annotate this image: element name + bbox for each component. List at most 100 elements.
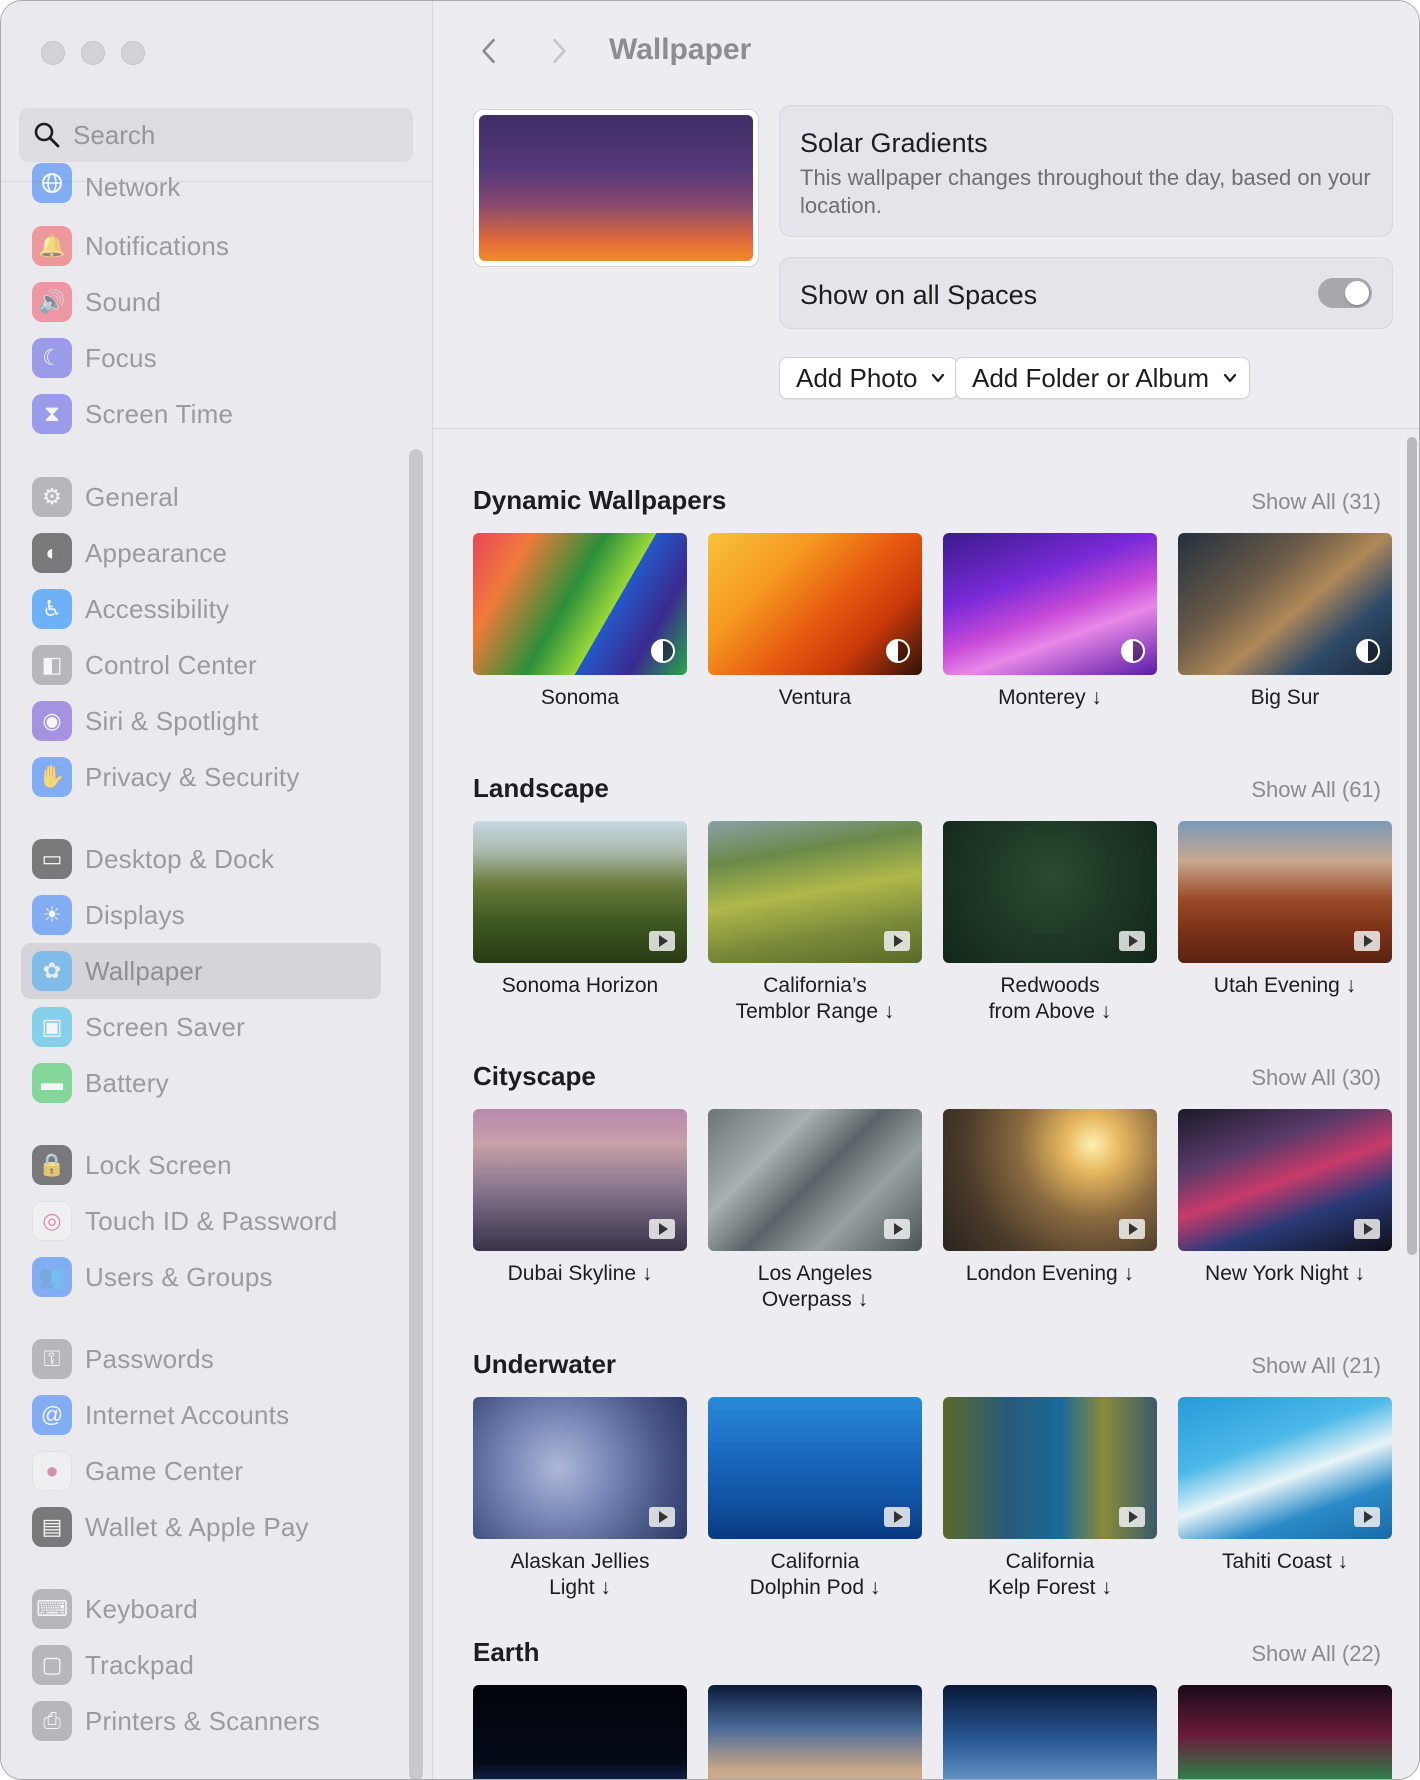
sidebar-item-siri-and-spotlight[interactable]: ◉ Siri & Spotlight	[21, 693, 381, 749]
main-scrollbar[interactable]	[1407, 437, 1417, 1255]
sidebar-item-desktop-and-dock[interactable]: ▭ Desktop & Dock	[21, 831, 381, 887]
forward-button[interactable]	[539, 31, 579, 71]
sidebar-item-sound[interactable]: 🔊 Sound	[21, 274, 381, 330]
wallpaper-tile[interactable]: Dubai Skyline ↓	[473, 1109, 687, 1287]
wallpaper-tile[interactable]: Tahiti Coast ↓	[1178, 1397, 1392, 1575]
wallpaper-thumbnail	[473, 1685, 687, 1779]
wallpaper-thumbnail	[473, 1109, 687, 1251]
toggle-knob	[1345, 281, 1369, 305]
wallpaper-tile[interactable]: California’s Temblor Range ↓	[708, 821, 922, 1025]
settings-window: Network 🔔 Notifications 🔊 Sound ☾ Focus ⧗ Scree…	[0, 0, 1420, 1780]
show-on-all-spaces-toggle[interactable]	[1318, 278, 1372, 308]
show-all-landscape-button[interactable]: Show All (61)	[1251, 777, 1381, 803]
wallpaper-tile[interactable]: Los Angeles Overpass ↓	[708, 1109, 922, 1313]
wallpaper-name: Redwoods from Above ↓	[988, 974, 1112, 1023]
sidebar-item-wallpaper[interactable]: ✿ Wallpaper	[21, 943, 381, 999]
sidebar-item-lock-screen[interactable]: 🔒 Lock Screen	[21, 1137, 381, 1193]
wallpaper-thumbnail	[473, 533, 687, 675]
video-play-icon	[884, 1219, 910, 1239]
speaker-icon: 🔊	[32, 282, 72, 322]
show-all-underwater-button[interactable]: Show All (21)	[1251, 1353, 1381, 1379]
wallpaper-tile[interactable]: Ventura	[708, 533, 922, 711]
wallpaper-tile[interactable]: London Evening ↓	[943, 1109, 1157, 1287]
search-input[interactable]	[73, 119, 373, 151]
sidebar-item-users-and-groups[interactable]: 👥 Users & Groups	[21, 1249, 381, 1305]
add-folder-button[interactable]: Add Folder or Album	[955, 357, 1251, 399]
sun-icon: ☀	[32, 895, 72, 935]
video-play-icon	[1354, 1507, 1380, 1527]
sidebar-item-passwords[interactable]: ⚿ Passwords	[21, 1331, 381, 1387]
show-all-earth-button[interactable]: Show All (22)	[1251, 1641, 1381, 1667]
sidebar-item-touch-id-and-password[interactable]: ◎ Touch ID & Password	[21, 1193, 381, 1249]
sidebar-item-label: Printers & Scanners	[85, 1705, 321, 1736]
sidebar-item-label: Sound	[85, 286, 162, 317]
sidebar-item-appearance[interactable]: ◐ Appearance	[21, 525, 381, 581]
wallpaper-thumbnail	[1178, 533, 1392, 675]
video-play-icon	[884, 1507, 910, 1527]
sidebar-item-label: Keyboard	[85, 1593, 198, 1624]
wallpaper-tile[interactable]: California Dolphin Pod ↓	[708, 1397, 922, 1601]
current-wallpaper-preview[interactable]	[473, 109, 759, 267]
wallpaper-thumbnail	[708, 1397, 922, 1539]
show-all-cityscape-button[interactable]: Show All (30)	[1251, 1065, 1381, 1091]
sidebar-scrollbar[interactable]	[409, 449, 423, 1779]
wallpaper-tile[interactable]: New York Night ↓	[1178, 1109, 1392, 1287]
sidebar-item-displays[interactable]: ☀ Displays	[21, 887, 381, 943]
wallpaper-tile[interactable]: Big Sur	[1178, 533, 1392, 711]
sidebar-item-battery[interactable]: ▬ Battery	[21, 1055, 381, 1111]
wallpaper-tile[interactable]: Utah Evening ↓	[1178, 821, 1392, 999]
wallpaper-tile[interactable]: Redwoods from Above ↓	[943, 821, 1157, 1025]
search-icon	[34, 122, 60, 148]
wallpaper-tile[interactable]: Sonoma	[473, 533, 687, 711]
sidebar-item-game-center[interactable]: ● Game Center	[21, 1443, 381, 1499]
minimize-button[interactable]	[81, 41, 105, 65]
sidebar-item-privacy-and-security[interactable]: ✋ Privacy & Security	[21, 749, 381, 805]
sidebar-item-network[interactable]: Network	[32, 163, 180, 203]
wallpaper-name: Los Angeles Overpass ↓	[757, 1262, 873, 1311]
sidebar-item-printers-and-scanners[interactable]: ⎙ Printers & Scanners	[21, 1693, 381, 1749]
sidebar-item-trackpad[interactable]: ▢ Trackpad	[21, 1637, 381, 1693]
sidebar-item-screen-time[interactable]: ⧗ Screen Time	[21, 386, 381, 442]
close-button[interactable]	[41, 41, 65, 65]
section-title-underwater: Underwater	[473, 1349, 617, 1379]
wallpaper-thumbnail	[473, 821, 687, 963]
show-all-dynamic-wallpapers-button[interactable]: Show All (31)	[1251, 489, 1381, 515]
wallpaper-tile[interactable]	[708, 1685, 922, 1779]
sidebar-item-control-center[interactable]: ◧ Control Center	[21, 637, 381, 693]
chevron-left-icon	[482, 38, 495, 64]
sidebar-item-keyboard[interactable]: ⌨ Keyboard	[21, 1581, 381, 1637]
wallpaper-tile[interactable]	[943, 1685, 1157, 1779]
sidebar-item-general[interactable]: ⚙ General	[21, 469, 381, 525]
section-title-dynamic-wallpapers: Dynamic Wallpapers	[473, 485, 727, 515]
sidebar-item-notifications[interactable]: 🔔 Notifications	[21, 218, 381, 274]
wallpaper-tile[interactable]: Sonoma Horizon	[473, 821, 687, 999]
sidebar-item-accessibility[interactable]: ♿ Accessibility	[21, 581, 381, 637]
moon-icon: ☾	[32, 338, 72, 378]
sidebar-item-label: Network	[85, 172, 181, 202]
wallpaper-tile[interactable]: Monterey ↓	[943, 533, 1157, 711]
sidebar-item-internet-accounts[interactable]: @ Internet Accounts	[21, 1387, 381, 1443]
search-field[interactable]	[19, 108, 413, 162]
sidebar-item-screen-saver[interactable]: ▣ Screen Saver	[21, 999, 381, 1055]
accessibility-icon: ♿	[32, 589, 72, 629]
wallpaper-name: London Evening ↓	[965, 1262, 1135, 1285]
sidebar-item-wallet-and-apple-pay[interactable]: ▤ Wallet & Apple Pay	[21, 1499, 381, 1555]
wallpaper-tile[interactable]: Alaskan Jellies Light ↓	[473, 1397, 687, 1601]
wallpaper-name: Ventura	[778, 686, 852, 709]
wallpaper-tile[interactable]: California Kelp Forest ↓	[943, 1397, 1157, 1601]
lock-icon: 🔒	[32, 1145, 72, 1185]
users-icon: 👥	[32, 1257, 72, 1297]
wallpaper-tile[interactable]	[473, 1685, 687, 1779]
sidebar-item-label: Battery	[85, 1067, 169, 1098]
add-photo-button[interactable]: Add Photo	[779, 357, 959, 399]
wallpaper-name: Tahiti Coast ↓	[1221, 1550, 1349, 1573]
toggles-icon: ◧	[32, 645, 72, 685]
back-button[interactable]	[469, 31, 509, 71]
keyboard-icon: ⌨	[32, 1589, 72, 1629]
wallpaper-tile[interactable]	[1178, 1685, 1392, 1779]
chevron-down-icon	[932, 373, 945, 383]
video-play-icon	[649, 1219, 675, 1239]
sidebar-item-label: Control Center	[85, 649, 257, 680]
zoom-button[interactable]	[121, 41, 145, 65]
sidebar-item-focus[interactable]: ☾ Focus	[21, 330, 381, 386]
